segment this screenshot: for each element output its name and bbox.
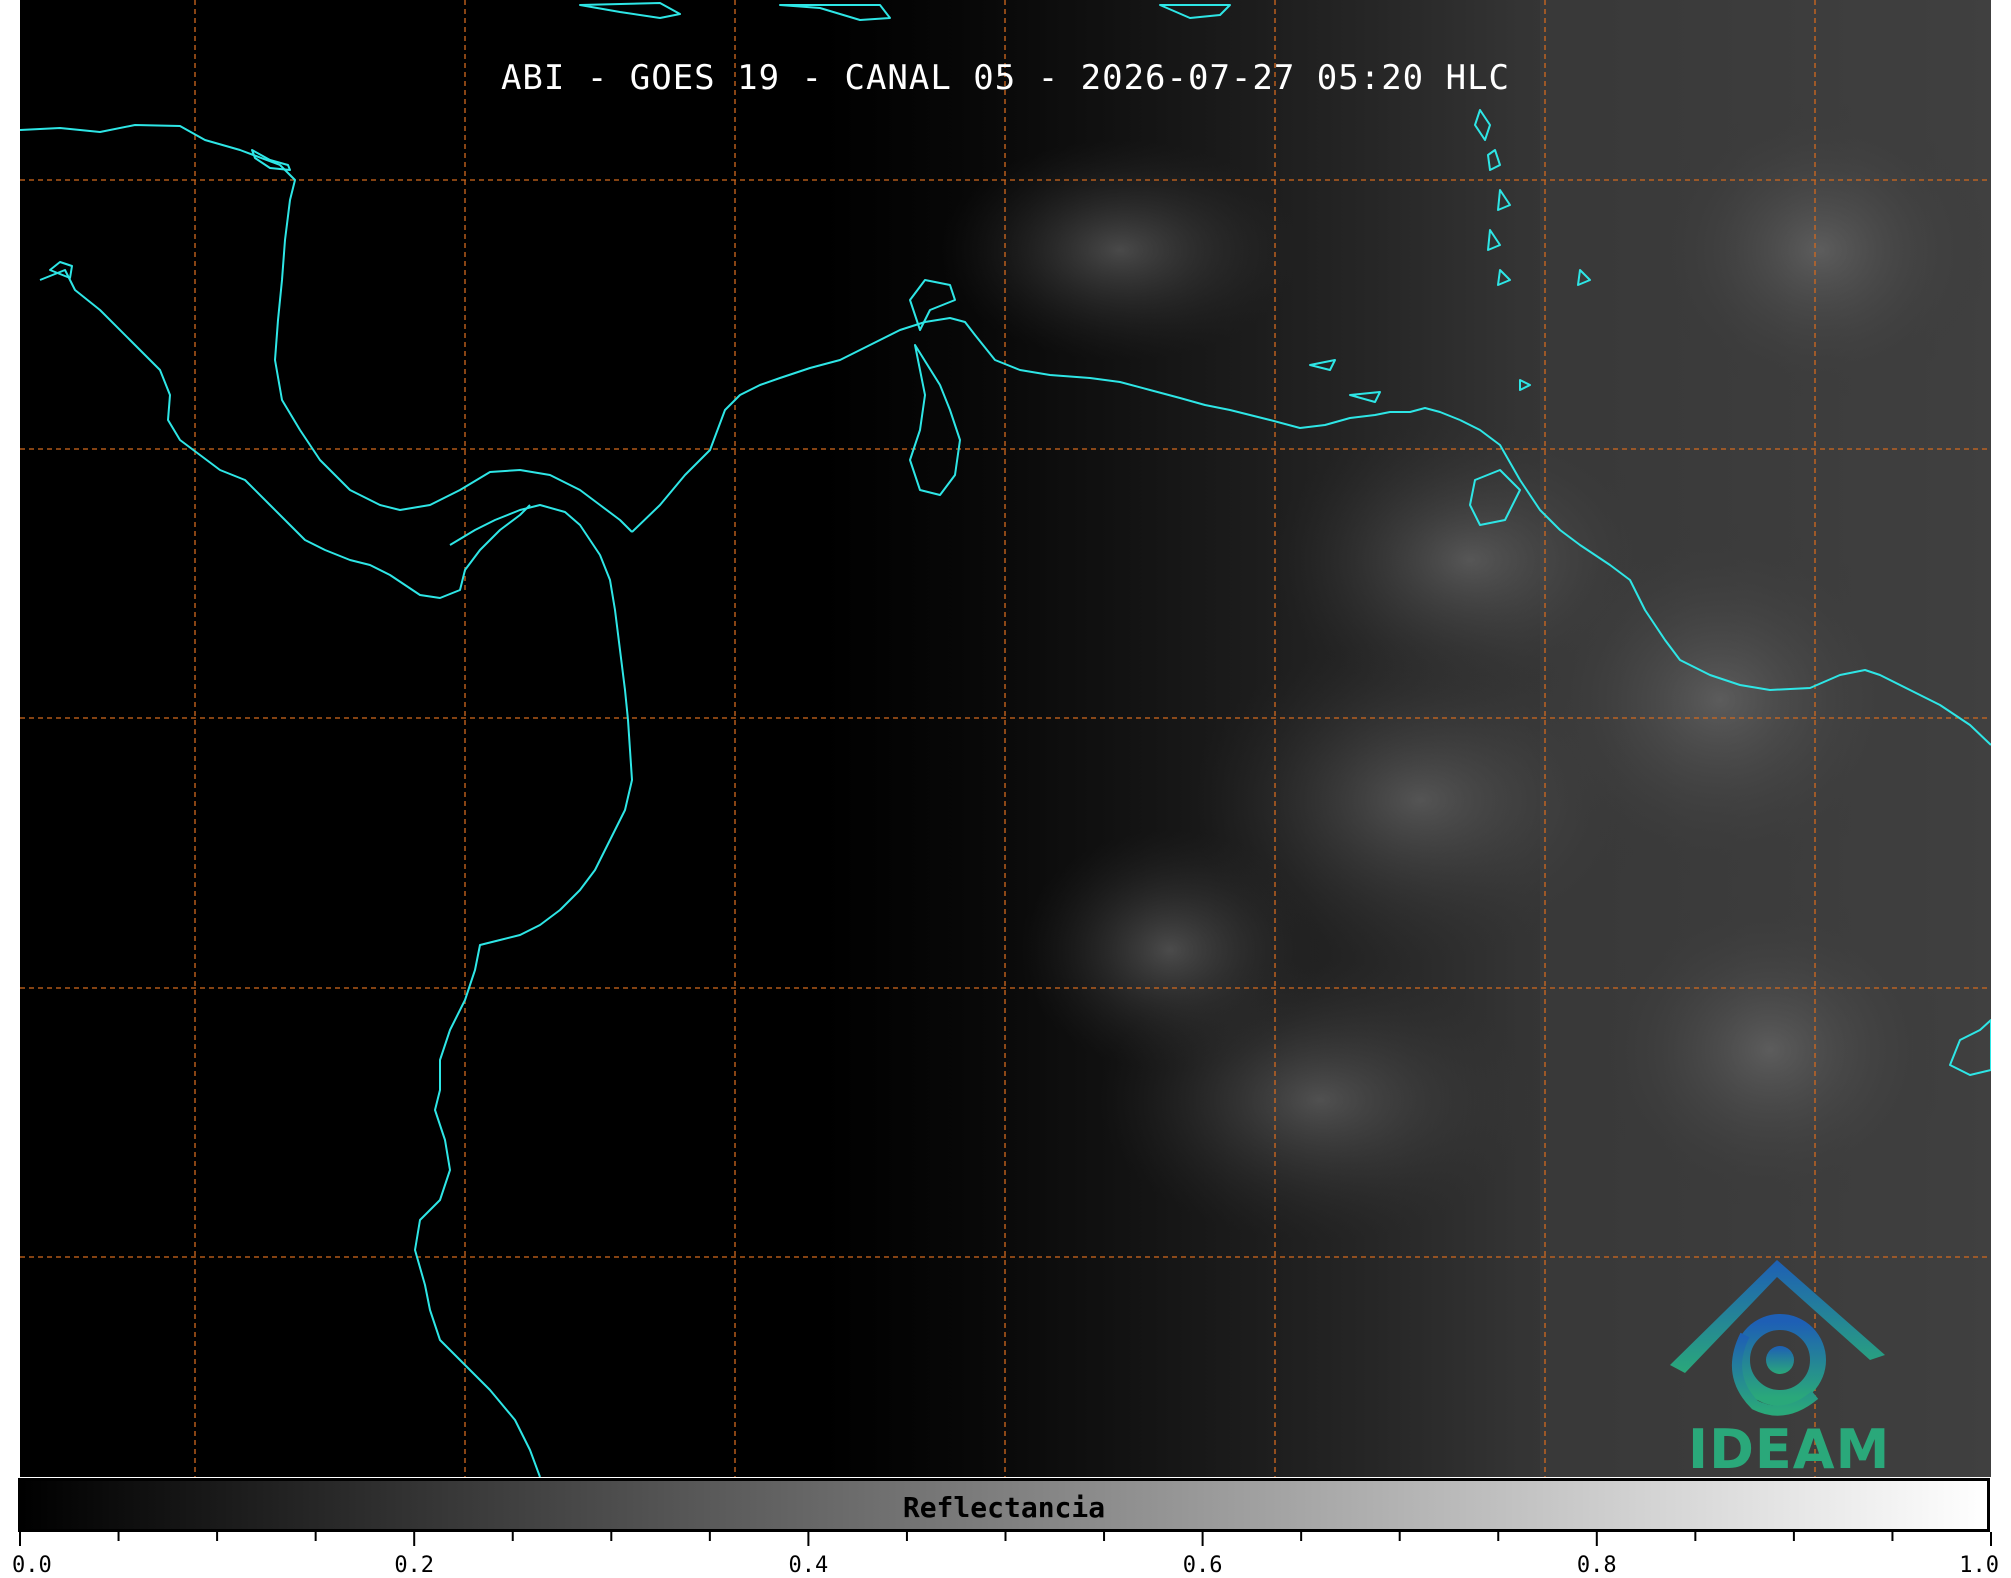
map-title: ABI - GOES 19 - CANAL 05 - 2026-07-27 05… <box>500 58 1511 98</box>
ideam-logo-text: IDEAM <box>1688 1418 1891 1481</box>
colorbar-label: Reflectancia <box>902 1491 1106 1524</box>
colorbar: Reflectancia <box>18 1478 1990 1532</box>
colorbar-tick-label: 0.0 <box>12 1553 52 1578</box>
colorbar-tick-label: 0.6 <box>1182 1553 1223 1578</box>
colorbar-tick-label: 0.2 <box>394 1553 435 1578</box>
colorbar-tick-label: 0.8 <box>1576 1553 1617 1578</box>
colorbar-tick-label: 0.4 <box>788 1553 829 1578</box>
colorbar-tick-label: 1.0 <box>1959 1553 1999 1578</box>
